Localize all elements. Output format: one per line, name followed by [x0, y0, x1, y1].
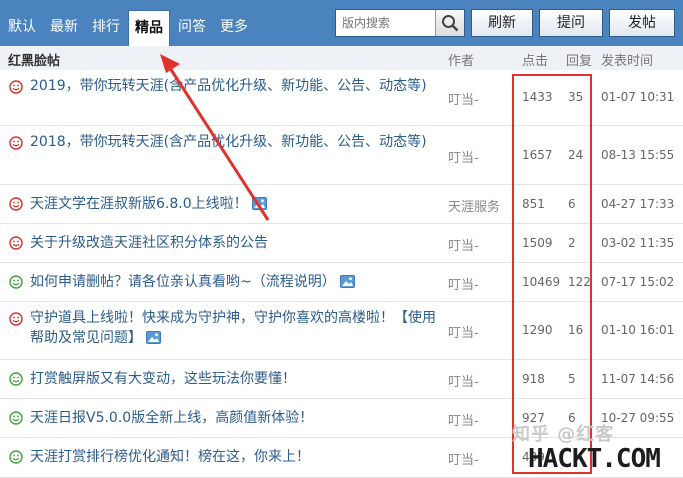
post-time: 04-27 17:33 [601, 197, 675, 211]
post-time: 01-10 16:01 [601, 323, 675, 337]
post-title-link[interactable]: 天涯文学在涯叔新版6.8.0上线啦！ [30, 194, 440, 214]
post-replies: 6 [568, 197, 576, 211]
post-author[interactable]: 叮当- [448, 147, 479, 166]
post-title-text: 天涯打赏排行榜优化通知！榜在这，你来上！ [30, 449, 310, 465]
post-author[interactable]: 叮当- [448, 274, 479, 293]
post-author[interactable]: 叮当- [448, 89, 479, 108]
post-title-link[interactable]: 天涯打赏排行榜优化通知！榜在这，你来上！ [30, 447, 440, 467]
green-face-icon [9, 372, 23, 386]
header-clicks: 点击 [522, 54, 549, 69]
red-face-icon [9, 136, 23, 150]
green-face-icon [9, 450, 23, 464]
post-clicks: 851 [522, 197, 545, 211]
post-title-text: 天涯日报V5.0.0版全新上线，高颜值新体验！ [30, 410, 314, 426]
green-face-icon [9, 411, 23, 425]
tab-more[interactable]: 更多 [214, 10, 254, 46]
post-title-text: 如何申请删帖？请各位亲认真看哟~（流程说明） [30, 274, 336, 290]
image-icon [146, 331, 161, 344]
post-title-text: 天涯文学在涯叔新版6.8.0上线啦！ [30, 196, 248, 212]
post-title-text: 关于升级改造天涯社区积分体系的公告 [30, 235, 268, 251]
post-row: 如何申请删帖？请各位亲认真看哟~（流程说明） 叮当- 10469 122 07-17 1… [0, 263, 683, 302]
list-header: 红黑脸帖 作者 点击 回复 发表时间 [0, 46, 683, 71]
header-title: 红黑脸帖 [8, 54, 61, 69]
red-face-icon [9, 312, 23, 326]
refresh-button[interactable]: 刷新 [471, 9, 533, 37]
post-title-text: 2019，带你玩转天涯(含产品优化升级、新功能、公告、动态等) [30, 78, 427, 94]
post-author[interactable]: 叮当- [448, 410, 479, 429]
post-title-link[interactable]: 打赏触屏版又有大变动，这些玩法你要懂！ [30, 369, 440, 389]
green-face-icon [9, 275, 23, 289]
board-search [335, 9, 465, 37]
post-clicks: 918 [522, 372, 545, 386]
tab-featured[interactable]: 精品 [128, 10, 170, 46]
post-replies: 2 [568, 236, 576, 250]
post-author[interactable]: 叮当- [448, 235, 479, 254]
watermark-zhihu: 知乎 @红客 [512, 424, 615, 445]
post-clicks: 1509 [522, 236, 553, 250]
header-replies: 回复 [566, 54, 593, 69]
post-time: 01-07 10:31 [601, 90, 675, 104]
tab-default[interactable]: 默认 [2, 10, 42, 46]
post-title-link[interactable]: 2019，带你玩转天涯(含产品优化升级、新功能、公告、动态等) [30, 76, 440, 96]
post-title-link[interactable]: 守护道具上线啦！快来成为守护神，守护你喜欢的高楼啦！【使用帮助及常见问题】 [30, 308, 440, 348]
red-face-icon [9, 80, 23, 94]
post-title-text: 守护道具上线啦！快来成为守护神，守护你喜欢的高楼啦！【使用帮助及常见问题】 [30, 310, 436, 346]
post-row: 2019，带你玩转天涯(含产品优化升级、新功能、公告、动态等) 叮当- 1433 35… [0, 70, 683, 126]
post-time: 07-17 15:02 [601, 275, 675, 289]
red-face-icon [9, 236, 23, 250]
tab-ranking[interactable]: 排行 [86, 10, 126, 46]
post-title-link[interactable]: 关于升级改造天涯社区积分体系的公告 [30, 233, 440, 253]
header-author: 作者 [448, 54, 475, 69]
post-title-link[interactable]: 如何申请删帖？请各位亲认真看哟~（流程说明） [30, 272, 440, 292]
tab-latest[interactable]: 最新 [44, 10, 84, 46]
image-icon [251, 197, 267, 210]
watermark-site: HACKT.COM [528, 444, 661, 474]
post-title-text: 打赏触屏版又有大变动，这些玩法你要懂！ [30, 371, 296, 387]
red-face-icon [9, 197, 23, 211]
ask-button[interactable]: 提问 [539, 9, 603, 37]
top-nav-bar: 默认 最新 排行 精品 问答 更多 刷新 提问 发帖 [0, 0, 683, 47]
search-input[interactable] [336, 10, 437, 36]
post-time: 08-13 15:55 [601, 148, 675, 162]
post-row: 守护道具上线啦！快来成为守护神，守护你喜欢的高楼啦！【使用帮助及常见问题】 叮当-… [0, 302, 683, 360]
post-title-link[interactable]: 2018，带你玩转天涯(含产品优化升级、新功能、公告、动态等) [30, 132, 440, 152]
post-author[interactable]: 叮当- [448, 371, 479, 390]
watermark: 知乎 @红客 HACKT.COM [512, 420, 682, 474]
post-clicks: 1290 [522, 323, 553, 337]
post-author[interactable]: 叮当- [448, 449, 479, 468]
post-replies: 16 [568, 323, 584, 337]
post-replies: 24 [568, 148, 584, 162]
post-clicks: 1657 [522, 148, 553, 162]
post-row: 关于升级改造天涯社区积分体系的公告 叮当- 1509 2 03-02 11:35 [0, 224, 683, 263]
tab-qa[interactable]: 问答 [172, 10, 212, 46]
image-icon [339, 275, 355, 288]
search-button[interactable] [435, 10, 464, 36]
post-replies: 5 [568, 372, 576, 386]
post-time: 11-07 14:56 [601, 372, 675, 386]
post-button[interactable]: 发帖 [609, 9, 675, 37]
post-row: 天涯文学在涯叔新版6.8.0上线啦！ 天涯服务 851 6 04-27 17:33 [0, 185, 683, 224]
header-time: 发表时间 [601, 54, 654, 69]
post-author[interactable]: 叮当- [448, 322, 479, 341]
post-replies: 35 [568, 90, 584, 104]
post-row: 2018，带你玩转天涯(含产品优化升级、新功能、公告、动态等) 叮当- 1657 24… [0, 126, 683, 185]
post-author[interactable]: 天涯服务 [448, 196, 500, 215]
post-row: 打赏触屏版又有大变动，这些玩法你要懂！ 叮当- 918 5 11-07 14:56 [0, 360, 683, 399]
tab-bar: 默认 最新 排行 精品 问答 更多 [0, 0, 254, 46]
post-clicks: 10469 [522, 275, 561, 289]
post-time: 03-02 11:35 [601, 236, 675, 250]
post-clicks: 1433 [522, 90, 553, 104]
post-replies: 122 [568, 275, 591, 289]
post-title-text: 2018，带你玩转天涯(含产品优化升级、新功能、公告、动态等) [30, 134, 427, 150]
post-title-link[interactable]: 天涯日报V5.0.0版全新上线，高颜值新体验！ [30, 408, 440, 428]
search-icon [442, 15, 459, 32]
